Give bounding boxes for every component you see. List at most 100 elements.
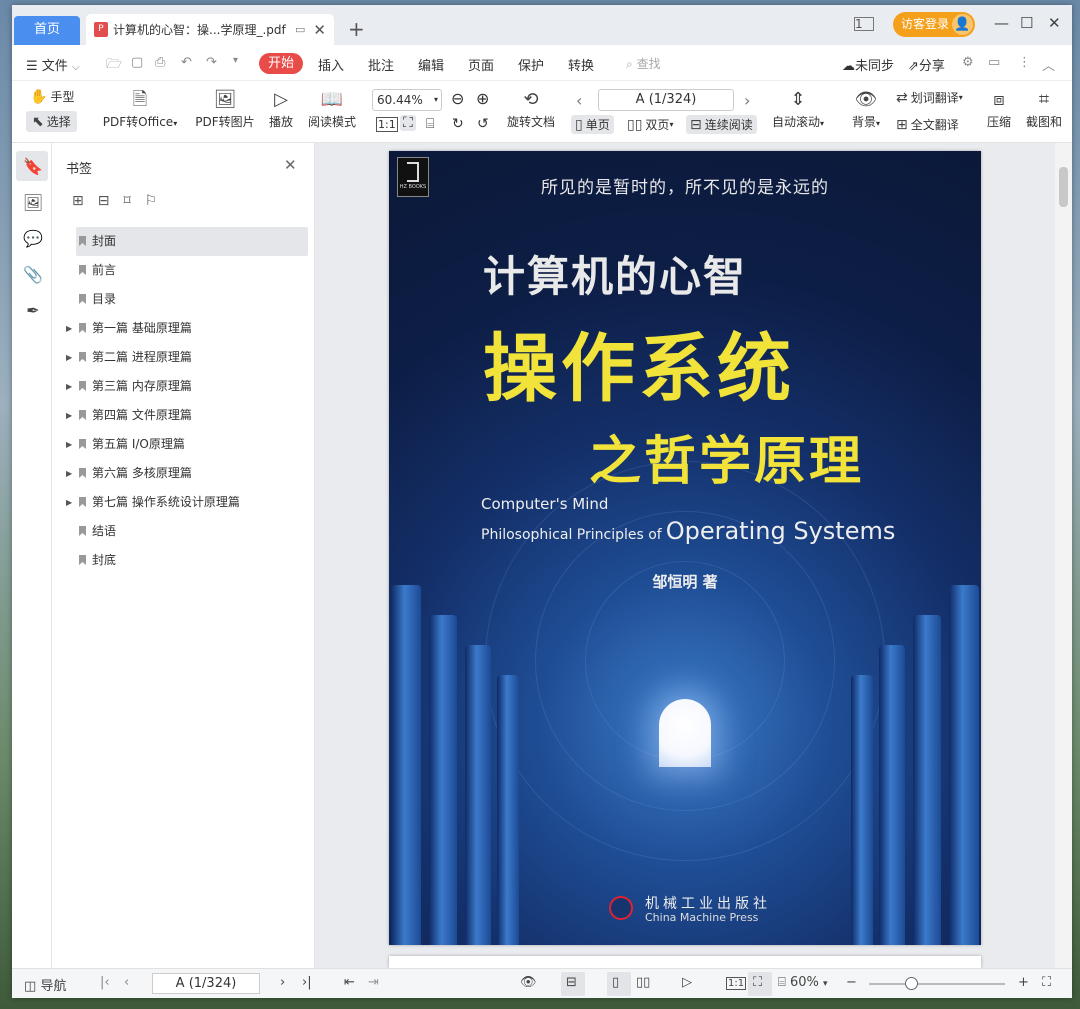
read-mode-button[interactable]: 📖 阅读模式 <box>306 87 358 130</box>
document-area[interactable]: HZ BOOKS 所见的是暂时的，所不见的是永远的 计算机的心智 操作系统 之哲… <box>315 143 1055 968</box>
hand-tool-button[interactable]: ✋ 手型 <box>30 88 74 105</box>
zoom-out-icon[interactable]: ⊖ <box>451 89 464 108</box>
thumbnail-icon[interactable]: 🖼 <box>22 193 44 212</box>
next-page-status-icon[interactable]: › <box>280 975 285 990</box>
bookmark-flag-icon[interactable]: ⚐ <box>145 193 158 209</box>
menu-convert[interactable]: 转换 <box>568 55 594 74</box>
zoom-slider-knob[interactable] <box>905 977 918 990</box>
more-chevron-icon[interactable]: ▾ <box>233 55 238 66</box>
background-button[interactable]: 👁 背景▾ <box>846 87 886 130</box>
scroll-thumb[interactable] <box>1059 167 1068 207</box>
back-view-icon[interactable]: ⇤ <box>344 975 355 990</box>
word-translate-button[interactable]: ⇄ 划词翻译 ▾ <box>896 89 963 106</box>
open-icon[interactable]: 🗁 <box>106 55 122 77</box>
bookmark-item[interactable]: 结语 <box>76 517 308 546</box>
status-page-input[interactable]: A (1/324) <box>152 973 260 994</box>
zoom-out-status-icon[interactable]: − <box>846 975 857 990</box>
bookmark-item[interactable]: 目录 <box>76 285 308 314</box>
rotate-document-button[interactable]: ⟲ 旋转文档 <box>504 87 558 130</box>
close-window-icon[interactable]: ✕ <box>1048 14 1061 32</box>
fit-width-icon[interactable]: ⌸ <box>426 116 434 132</box>
nav-toggle-button[interactable]: ◫ 导航 <box>24 975 66 994</box>
prev-page-icon[interactable]: ‹ <box>576 91 582 110</box>
pdf-to-office-button[interactable]: 🗎 PDF转Office▾ <box>100 87 180 130</box>
bookmark-item[interactable]: ▶ 第七篇 操作系统设计原理篇 <box>66 488 308 517</box>
rotate-left-icon[interactable]: ↻ <box>452 116 464 132</box>
more-icon[interactable]: ⋮ <box>1018 55 1031 70</box>
forward-view-icon[interactable]: ⇥ <box>368 975 379 990</box>
screenshot-button[interactable]: ⌗ 截图和 <box>1024 87 1064 130</box>
single-page-status-icon[interactable]: ▯ <box>612 975 619 990</box>
play-button[interactable]: ▷ 播放 <box>266 87 296 130</box>
bookmark-icon[interactable]: 🔖 <box>22 157 44 176</box>
expand-arrow-icon[interactable]: ▶ <box>66 372 72 401</box>
expand-arrow-icon[interactable]: ▶ <box>66 314 72 343</box>
actual-size-status-icon[interactable]: 1:1 <box>726 977 747 990</box>
full-translate-button[interactable]: ⊞ 全文翻译 <box>896 116 959 133</box>
menu-comment[interactable]: 批注 <box>368 55 394 74</box>
add-bookmark-icon[interactable]: ⌑ <box>123 193 130 209</box>
redo-icon[interactable]: ↷ <box>206 55 217 70</box>
minimize-icon[interactable]: — <box>994 14 1009 32</box>
select-tool-button[interactable]: ⬉ 选择 <box>26 111 77 132</box>
collapse-ribbon-icon[interactable]: ︿ <box>1042 55 1055 74</box>
next-page-icon[interactable]: › <box>744 91 750 110</box>
zoom-in-status-icon[interactable]: + <box>1018 975 1029 990</box>
single-page-button[interactable]: ▯ 单页 <box>571 115 614 134</box>
menu-file[interactable]: ☰ 文件 ⌵ <box>26 55 80 74</box>
compress-button[interactable]: ⧈ 压缩 <box>984 87 1014 130</box>
zoom-in-icon[interactable]: ⊕ <box>476 89 489 108</box>
bookmark-item[interactable]: ▶ 第四篇 文件原理篇 <box>66 401 308 430</box>
bookmark-item[interactable]: ▶ 第二篇 进程原理篇 <box>66 343 308 372</box>
zoom-status-select[interactable]: ⌸ 60% ▾ <box>778 975 828 990</box>
close-tab-icon[interactable]: ✕ <box>313 21 326 39</box>
message-icon[interactable]: ▭ <box>988 55 1000 70</box>
play-status-icon[interactable]: ▷ <box>682 975 692 990</box>
expand-arrow-icon[interactable]: ▶ <box>66 401 72 430</box>
bookmark-item[interactable]: 封底 <box>76 546 308 575</box>
bookmark-item[interactable]: ▶ 第一篇 基础原理篇 <box>66 314 308 343</box>
fit-page-icon[interactable]: ⛶ <box>400 115 416 131</box>
bookmark-item[interactable]: ▶ 第三篇 内存原理篇 <box>66 372 308 401</box>
rotate-right-icon[interactable]: ↺ <box>477 116 489 132</box>
zoom-slider[interactable] <box>869 983 1005 985</box>
expand-arrow-icon[interactable]: ▶ <box>66 459 72 488</box>
undo-icon[interactable]: ↶ <box>181 55 192 70</box>
bookmark-item[interactable]: 前言 <box>76 256 308 285</box>
bookmark-item[interactable]: 封面 <box>76 227 308 256</box>
window-icon[interactable]: ▭ <box>295 23 305 36</box>
expand-arrow-icon[interactable]: ▶ <box>66 430 72 459</box>
vertical-scrollbar[interactable] <box>1055 143 1072 968</box>
fullscreen-icon[interactable]: ⛶ <box>1042 975 1051 990</box>
print-icon[interactable]: ⎙ <box>155 55 165 70</box>
page-number-input[interactable]: A (1/324) <box>598 89 734 111</box>
sync-status[interactable]: ☁未同步 <box>842 55 894 74</box>
expand-arrow-icon[interactable]: ▶ <box>66 343 72 372</box>
attachment-icon[interactable]: 📎 <box>22 265 44 284</box>
collapse-all-icon[interactable]: ⊟ <box>98 193 110 209</box>
prev-page-status-icon[interactable]: ‹ <box>124 975 129 990</box>
share-button[interactable]: ⇗分享 <box>908 55 945 74</box>
pdf-to-image-button[interactable]: 🖼 PDF转图片 <box>192 87 258 130</box>
auto-scroll-button[interactable]: ⇕ 自动滚动▾ <box>768 87 828 130</box>
expand-all-icon[interactable]: ⊞ <box>72 193 84 209</box>
menu-insert[interactable]: 插入 <box>318 55 344 74</box>
fit-page-status-icon[interactable]: ⛶ <box>753 975 762 990</box>
expand-arrow-icon[interactable]: ▶ <box>66 488 72 517</box>
new-tab-button[interactable]: + <box>348 17 365 41</box>
settings-gear-icon[interactable]: ⚙ <box>962 55 974 70</box>
zoom-select[interactable]: 60.44% ▾ <box>372 89 442 111</box>
first-page-icon[interactable]: |‹ <box>100 975 110 990</box>
menu-page[interactable]: 页面 <box>468 55 494 74</box>
continuous-read-button[interactable]: ⊟ 连续阅读 <box>686 115 757 134</box>
search-box[interactable]: ⌕ 查找 <box>626 55 661 72</box>
save-icon[interactable]: ▢ <box>131 55 143 70</box>
guest-login-button[interactable]: 访客登录 👤 <box>893 12 975 37</box>
comment-icon[interactable]: 💬 <box>22 229 44 248</box>
maximize-icon[interactable]: ☐ <box>1020 14 1033 32</box>
double-page-status-icon[interactable]: ▯▯ <box>636 975 650 990</box>
bookmark-item[interactable]: ▶ 第六篇 多核原理篇 <box>66 459 308 488</box>
signature-icon[interactable]: ✒ <box>22 301 44 320</box>
tab-document[interactable]: P 计算机的心智：操...学原理_.pdf ▭ ✕ <box>86 14 334 45</box>
bookmark-item[interactable]: ▶ 第五篇 I/O原理篇 <box>66 430 308 459</box>
